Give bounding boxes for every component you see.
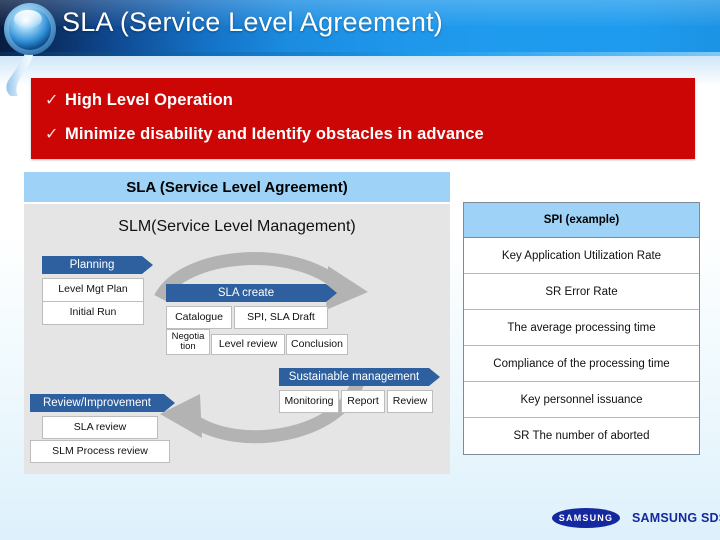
stage-item[interactable]: SLA review [42,416,158,439]
highlight-box: ✓ High Level Operation ✓ Minimize disabi… [31,78,695,159]
stage-item[interactable]: SPI, SLA Draft [234,306,328,329]
chevron-tip-icon [142,256,153,274]
page-title: SLA (Service Level Agreement) [62,7,443,37]
bullet-item: ✓ Minimize disability and Identify obsta… [45,125,484,144]
samsung-logo-icon: SAMSUNG [552,508,620,528]
bullet-label: High Level Operation [65,91,233,109]
stage-heading-label: Planning [69,259,115,271]
stage-heading-label: SLA create [217,287,275,299]
negotiation-line-2: tion [180,341,196,352]
spi-table: SPI (example) Key Application Utilizatio… [463,202,700,455]
bullet-item: ✓ High Level Operation [45,91,233,110]
stage-item[interactable]: Monitoring [279,390,339,413]
chevron-tip-icon [164,394,175,412]
slm-title: SLM(Service Level Management) [118,218,356,235]
stage-item[interactable]: Level Mgt Plan [42,278,144,302]
spi-table-header: SPI (example) [464,203,699,238]
stage-item[interactable]: Initial Run [42,301,144,325]
spi-table-row[interactable]: Compliance of the processing time [464,346,699,382]
footer-logo: SAMSUNG SAMSUNG SDS [552,508,720,528]
spi-table-row[interactable]: SR Error Rate [464,274,699,310]
spi-table-row[interactable]: The average processing time [464,310,699,346]
stage-item[interactable]: Catalogue [166,306,232,329]
stage-heading-review-improvement[interactable]: Review/Improvement [30,394,175,412]
stage-item[interactable]: Review [387,390,433,413]
chevron-tip-icon [326,284,337,302]
stage-heading-label: Sustainable management [288,371,420,383]
stage-item[interactable]: Level review [211,334,285,355]
stage-item[interactable]: SLM Process review [30,440,170,463]
stage-item-negotiation[interactable]: Negotia tion [166,329,210,355]
footer-logo-text: SAMSUNG SDS [632,511,720,525]
stage-item[interactable]: Report [341,390,385,413]
check-icon: ✓ [45,91,59,109]
slm-banner: SLA (Service Level Agreement) [24,172,450,202]
spi-table-row[interactable]: Key Application Utilization Rate [464,238,699,274]
slide-canvas: SLA (Service Level Agreement) ✓ High Lev… [0,0,720,540]
bullet-label: Minimize disability and Identify obstacl… [65,125,484,143]
stage-heading-sla-create[interactable]: SLA create [166,284,337,302]
spi-table-row[interactable]: SR The number of aborted [464,418,699,454]
stage-heading-planning[interactable]: Planning [42,256,153,274]
slm-diagram-panel: SLM(Service Level Management) Planning L… [24,204,450,474]
chevron-tip-icon [429,368,440,386]
stage-heading-sustainable-management[interactable]: Sustainable management [279,368,440,386]
stage-heading-label: Review/Improvement [42,397,151,409]
spi-table-row[interactable]: Key personnel issuance [464,382,699,418]
stage-item[interactable]: Conclusion [286,334,348,355]
check-icon: ✓ [45,125,59,143]
